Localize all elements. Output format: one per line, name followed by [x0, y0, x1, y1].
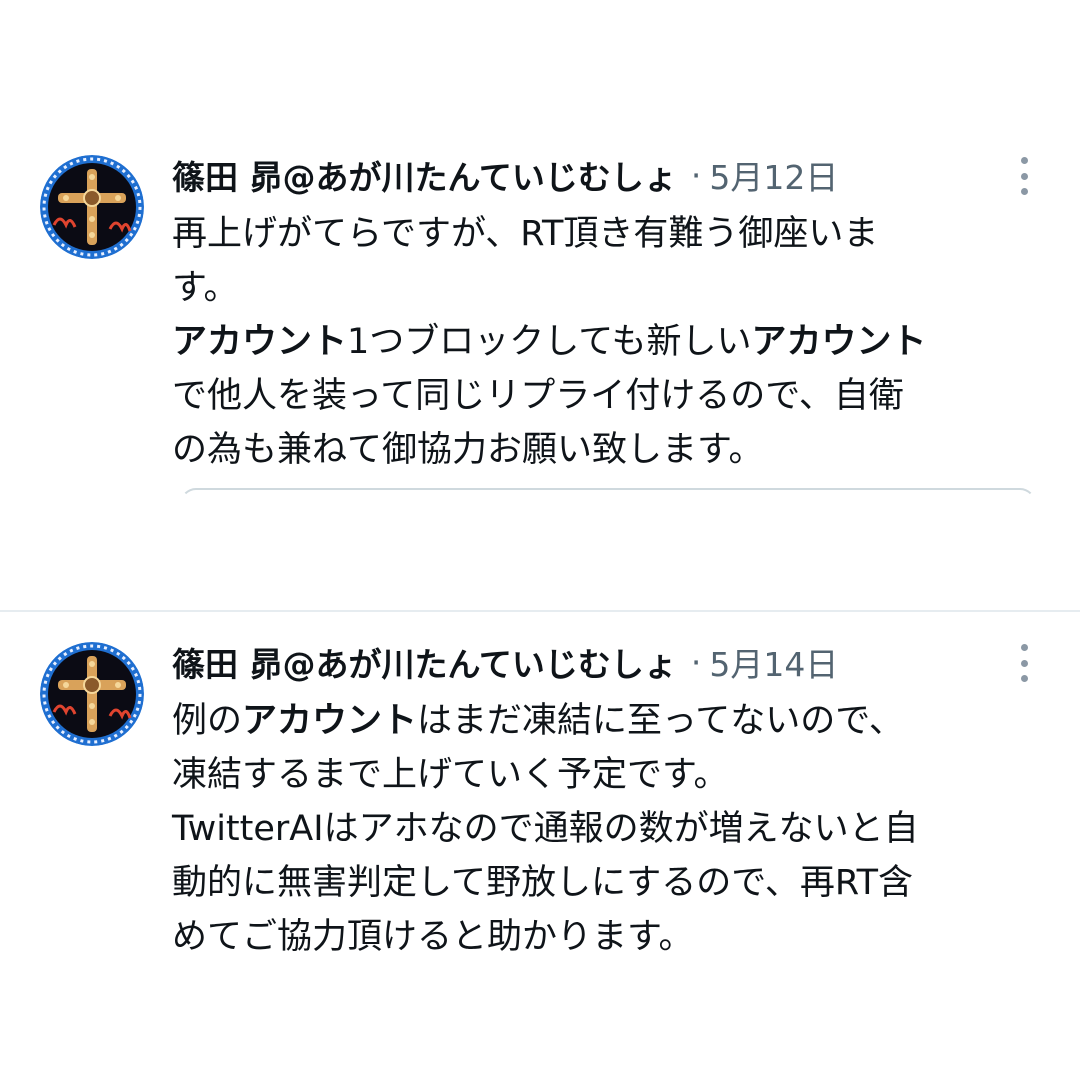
tweet-body: 篠田 昴@あが川たんていじむしょ · 5月12日 再上げがてらですが、RT頂き有…: [172, 145, 1042, 477]
text-run: す。: [172, 268, 239, 308]
text-run: めてご協力頂けると助かります。: [172, 917, 694, 957]
text-run: の為も兼ねて御協力お願い致します。: [172, 430, 764, 470]
highlighted-term: アカウント: [242, 701, 418, 741]
text-run: 1つブロックしても新しい: [347, 322, 752, 362]
avatar[interactable]: [40, 642, 144, 746]
text-run: TwitterAIはアホなので通報の数が増えないと自: [172, 809, 919, 849]
tweet-text-line: の為も兼ねて御協力お願い致します。: [172, 423, 1042, 477]
text-run: 動的に無害判定して野放しにするので、再RT含: [172, 863, 914, 903]
tweet-text-line: す。: [172, 261, 1042, 315]
avatar-cross-emblem-icon: [40, 642, 144, 746]
text-run: 例の: [172, 701, 243, 741]
text-run: はまだ凍結に至ってないので、: [417, 701, 904, 741]
tweet-header: 篠田 昴@あが川たんていじむしょ · 5月14日: [172, 632, 1042, 692]
tweet-header: 篠田 昴@あが川たんていじむしょ · 5月12日: [172, 145, 1042, 205]
tweet-text-line: 動的に無害判定して野放しにするので、再RT含: [172, 856, 1042, 910]
tweet-date[interactable]: 5月14日: [709, 638, 838, 686]
highlighted-term: アカウント: [172, 322, 348, 362]
tweet-text-line: 凍結するまで上げていく予定です。: [172, 748, 1042, 802]
tweet-text: 例のアカウントはまだ凍結に至ってないので、凍結するまで上げていく予定です。 Twi…: [172, 694, 1042, 964]
tweet-body: 篠田 昴@あが川たんていじむしょ · 5月14日 例のアカウントはまだ凍結に至っ…: [172, 632, 1042, 964]
highlighted-term: アカウント: [751, 322, 927, 362]
tweet-text-line: 例のアカウントはまだ凍結に至ってないので、: [172, 694, 1042, 748]
text-run: 凍結するまで上げていく予定です。: [172, 755, 729, 795]
separator-dot: ·: [690, 155, 702, 195]
quote-card-edge[interactable]: [180, 488, 1036, 504]
avatar[interactable]: [40, 155, 144, 259]
tweet-text: 再上げがてらですが、RT頂き有難う御座いま す。アカウント1つブロックしても新しい…: [172, 207, 1042, 477]
tweet-text-line: アカウント1つブロックしても新しいアカウント: [172, 315, 1042, 369]
tweet-text-line: 再上げがてらですが、RT頂き有難う御座いま: [172, 207, 1042, 261]
avatar-cross-emblem-icon: [40, 155, 144, 259]
more-vertical-icon: [1020, 644, 1028, 651]
author-name[interactable]: 篠田 昴@あが川たんていじむしょ: [172, 638, 677, 686]
tweet-text-line: TwitterAIはアホなので通報の数が増えないと自: [172, 802, 1042, 856]
separator-dot: ·: [690, 642, 702, 682]
text-run: 再上げがてらですが、RT頂き有難う御座いま: [172, 214, 879, 254]
tweet-divider: [0, 610, 1080, 612]
more-vertical-icon: [1020, 157, 1028, 164]
tweet-date[interactable]: 5月12日: [709, 151, 838, 199]
more-options-button[interactable]: [1010, 157, 1038, 195]
tweet-text-line: めてご協力頂けると助かります。: [172, 910, 1042, 964]
text-run: で他人を装って同じリプライ付けるので、自衛: [172, 376, 904, 416]
more-options-button[interactable]: [1010, 644, 1038, 682]
tweet-text-line: で他人を装って同じリプライ付けるので、自衛: [172, 369, 1042, 423]
author-name[interactable]: 篠田 昴@あが川たんていじむしょ: [172, 151, 677, 199]
